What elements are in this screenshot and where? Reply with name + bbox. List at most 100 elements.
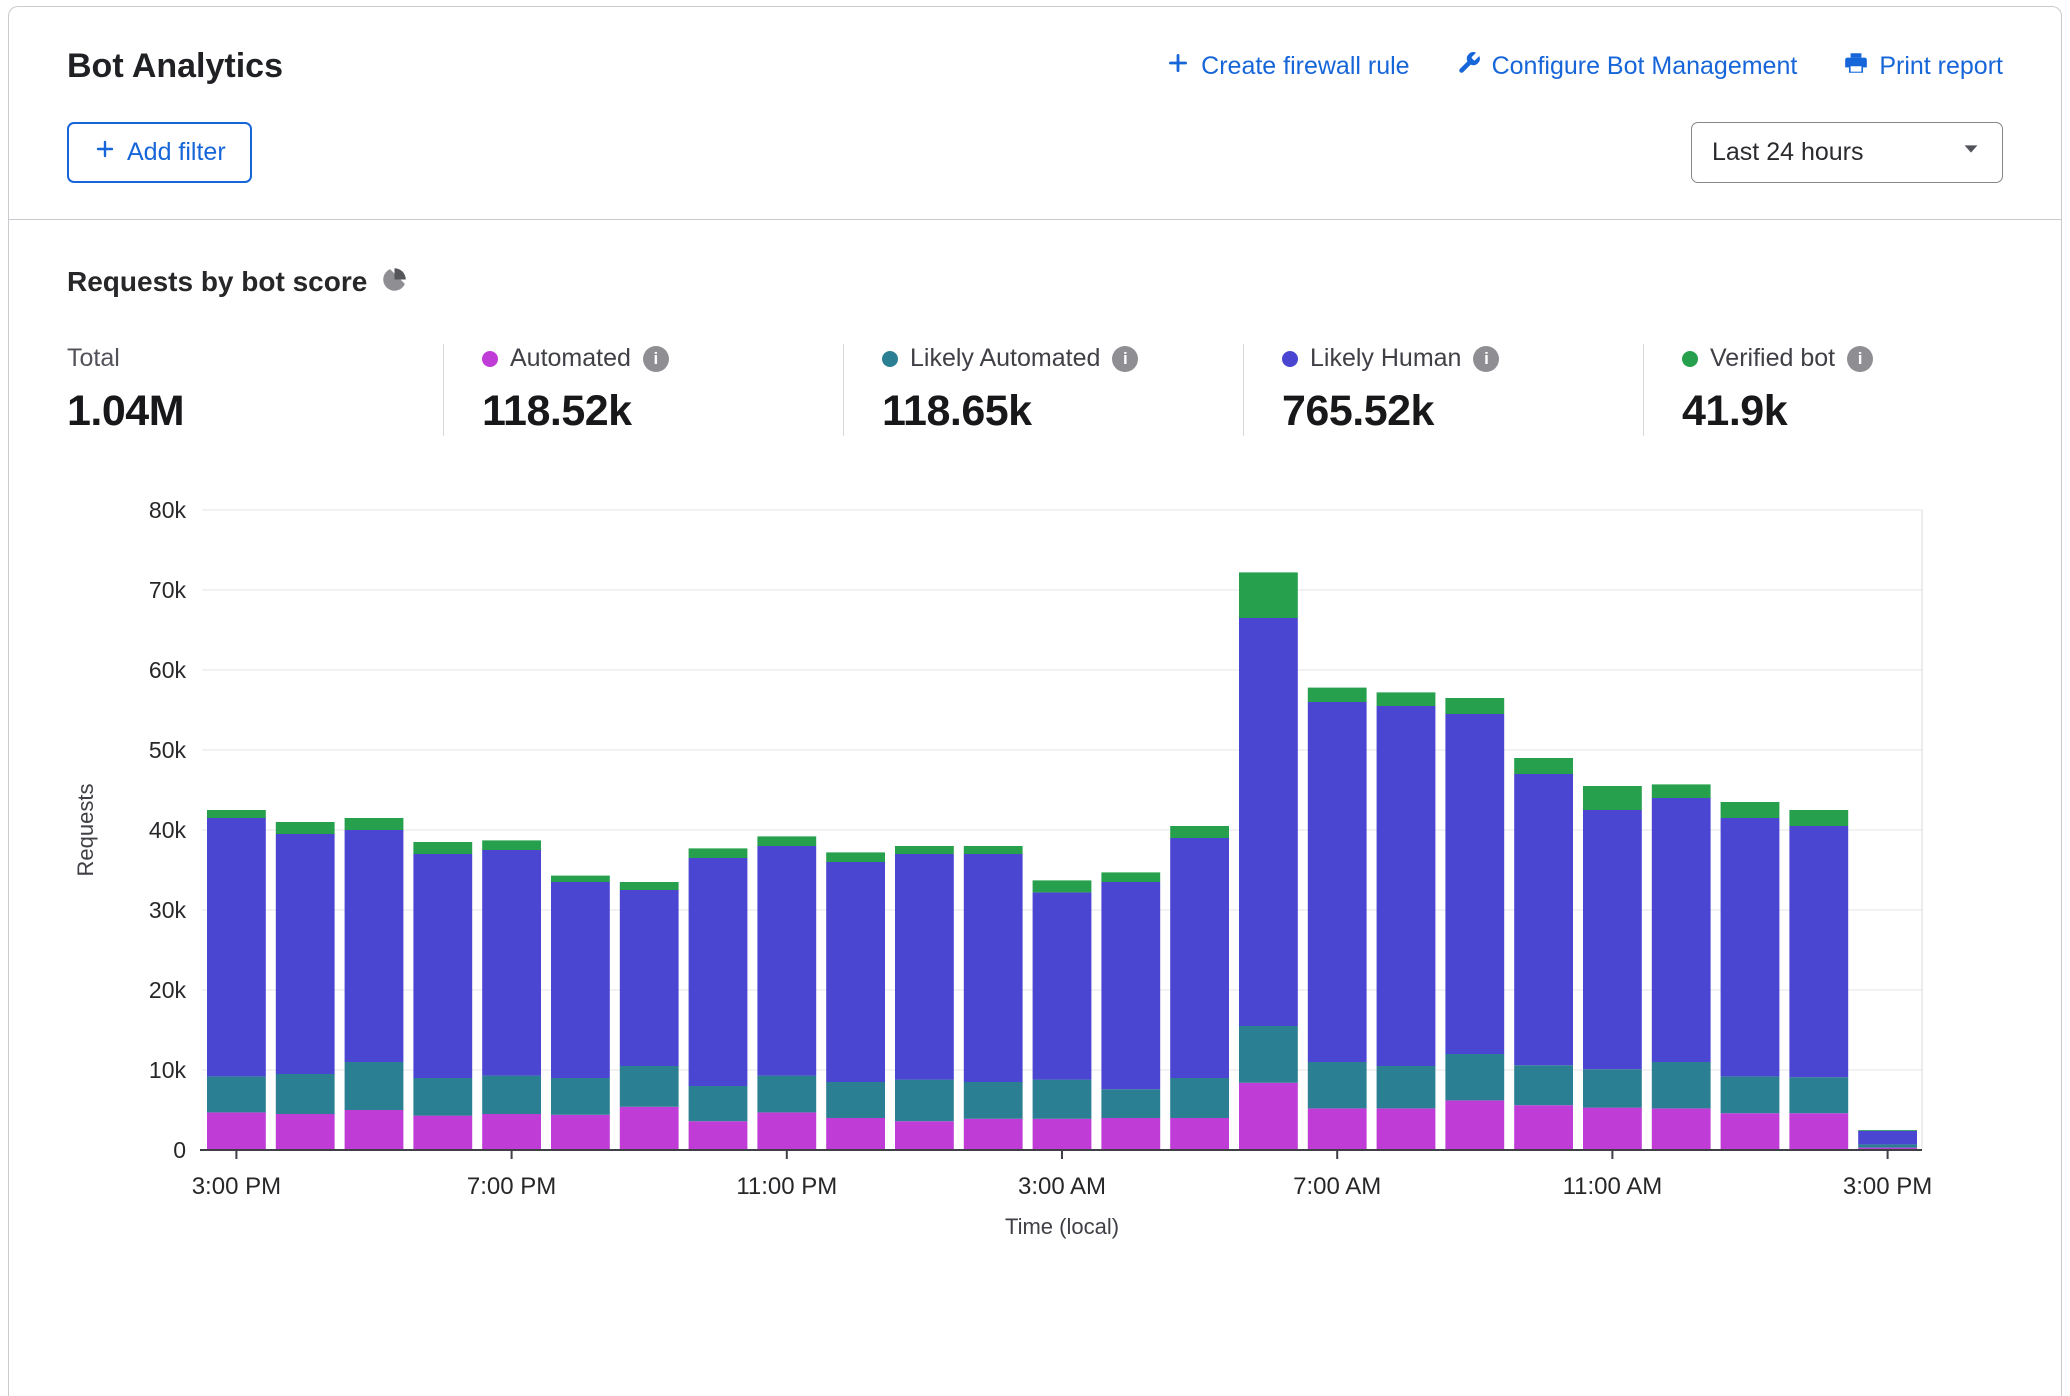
bar-segment-likely-human[interactable]: [207, 818, 266, 1076]
bar-segment-automated[interactable]: [1514, 1105, 1573, 1150]
bar-segment-verified-bot[interactable]: [551, 876, 610, 882]
bar-segment-likely-automated[interactable]: [1377, 1066, 1436, 1108]
bar-segment-likely-automated[interactable]: [895, 1080, 954, 1122]
bar-segment-likely-human[interactable]: [1445, 714, 1504, 1054]
bar-segment-automated[interactable]: [1583, 1108, 1642, 1150]
bar-segment-likely-automated[interactable]: [1308, 1062, 1367, 1108]
bar-segment-likely-human[interactable]: [964, 854, 1023, 1082]
info-icon[interactable]: [1112, 346, 1138, 372]
bar-segment-automated[interactable]: [482, 1114, 541, 1150]
bar-segment-likely-automated[interactable]: [1445, 1054, 1504, 1100]
bar-segment-likely-human[interactable]: [757, 846, 816, 1076]
bar-segment-likely-human[interactable]: [413, 854, 472, 1078]
bar-segment-automated[interactable]: [689, 1121, 748, 1150]
bar-segment-likely-human[interactable]: [1377, 706, 1436, 1066]
bar-segment-automated[interactable]: [276, 1114, 335, 1150]
bar-segment-likely-automated[interactable]: [689, 1086, 748, 1121]
bar-segment-automated[interactable]: [895, 1121, 954, 1150]
bar-segment-automated[interactable]: [1101, 1118, 1160, 1150]
bar-segment-verified-bot[interactable]: [1101, 872, 1160, 882]
bar-segment-verified-bot[interactable]: [826, 852, 885, 862]
bar-segment-likely-automated[interactable]: [1033, 1080, 1092, 1119]
bar-segment-automated[interactable]: [1789, 1113, 1848, 1150]
print-report-link[interactable]: Print report: [1843, 50, 2003, 83]
bar-segment-likely-automated[interactable]: [1101, 1089, 1160, 1118]
bar-segment-likely-human[interactable]: [895, 854, 954, 1080]
bar-segment-likely-human[interactable]: [1170, 838, 1229, 1078]
bar-segment-likely-human[interactable]: [620, 890, 679, 1066]
bar-segment-verified-bot[interactable]: [1170, 826, 1229, 838]
bar-segment-likely-automated[interactable]: [1170, 1078, 1229, 1118]
bar-segment-verified-bot[interactable]: [1789, 810, 1848, 826]
info-icon[interactable]: [1847, 346, 1873, 372]
bar-segment-verified-bot[interactable]: [1514, 758, 1573, 774]
bar-segment-automated[interactable]: [1239, 1083, 1298, 1150]
bar-segment-automated[interactable]: [1652, 1108, 1711, 1150]
bar-segment-likely-automated[interactable]: [757, 1076, 816, 1113]
bar-segment-verified-bot[interactable]: [1652, 784, 1711, 798]
bar-segment-likely-automated[interactable]: [345, 1062, 404, 1110]
bar-segment-likely-human[interactable]: [345, 830, 404, 1062]
bar-segment-automated[interactable]: [345, 1110, 404, 1150]
time-range-select[interactable]: Last 24 hours: [1691, 122, 2003, 183]
bar-segment-likely-automated[interactable]: [1858, 1144, 1917, 1147]
bar-segment-verified-bot[interactable]: [207, 810, 266, 818]
bar-segment-verified-bot[interactable]: [895, 846, 954, 854]
bar-segment-likely-human[interactable]: [1652, 798, 1711, 1062]
bar-segment-automated[interactable]: [1721, 1113, 1780, 1150]
add-filter-button[interactable]: Add filter: [67, 122, 252, 183]
bar-segment-likely-human[interactable]: [1033, 892, 1092, 1079]
bar-segment-likely-human[interactable]: [482, 850, 541, 1076]
bar-segment-likely-human[interactable]: [1583, 810, 1642, 1069]
bar-segment-likely-automated[interactable]: [276, 1074, 335, 1114]
create-firewall-rule-link[interactable]: Create firewall rule: [1165, 50, 1409, 83]
info-icon[interactable]: [1473, 346, 1499, 372]
bar-segment-automated[interactable]: [620, 1107, 679, 1150]
bar-segment-verified-bot[interactable]: [757, 836, 816, 846]
bar-segment-likely-automated[interactable]: [1514, 1065, 1573, 1105]
bar-segment-automated[interactable]: [1033, 1119, 1092, 1150]
bar-segment-verified-bot[interactable]: [413, 842, 472, 854]
bar-segment-likely-human[interactable]: [551, 882, 610, 1078]
bar-segment-verified-bot[interactable]: [482, 840, 541, 850]
bar-segment-verified-bot[interactable]: [1239, 572, 1298, 618]
bar-segment-likely-human[interactable]: [1239, 618, 1298, 1026]
bar-segment-likely-human[interactable]: [826, 862, 885, 1082]
bar-segment-likely-human[interactable]: [1721, 818, 1780, 1076]
bar-segment-likely-automated[interactable]: [1721, 1076, 1780, 1113]
bar-segment-likely-automated[interactable]: [1652, 1062, 1711, 1108]
bar-segment-likely-automated[interactable]: [964, 1082, 1023, 1119]
bar-segment-verified-bot[interactable]: [345, 818, 404, 830]
bar-segment-verified-bot[interactable]: [1033, 880, 1092, 892]
bar-segment-verified-bot[interactable]: [1858, 1130, 1917, 1131]
bar-segment-automated[interactable]: [1170, 1118, 1229, 1150]
bar-segment-automated[interactable]: [413, 1116, 472, 1150]
bar-segment-likely-human[interactable]: [1789, 826, 1848, 1077]
bar-segment-likely-human[interactable]: [1101, 882, 1160, 1089]
bar-segment-automated[interactable]: [551, 1115, 610, 1150]
configure-bot-management-link[interactable]: Configure Bot Management: [1456, 50, 1798, 83]
bar-segment-likely-automated[interactable]: [620, 1066, 679, 1107]
bar-segment-likely-automated[interactable]: [1239, 1026, 1298, 1083]
bar-segment-likely-human[interactable]: [689, 858, 748, 1086]
bar-segment-verified-bot[interactable]: [1308, 688, 1367, 702]
bar-segment-automated[interactable]: [757, 1112, 816, 1150]
bar-segment-likely-automated[interactable]: [413, 1078, 472, 1116]
bar-segment-verified-bot[interactable]: [620, 882, 679, 890]
bar-segment-automated[interactable]: [1308, 1108, 1367, 1150]
bar-segment-likely-human[interactable]: [1514, 774, 1573, 1065]
bar-segment-verified-bot[interactable]: [689, 848, 748, 858]
bar-segment-automated[interactable]: [964, 1119, 1023, 1150]
bar-segment-verified-bot[interactable]: [1721, 802, 1780, 818]
bar-segment-verified-bot[interactable]: [276, 822, 335, 834]
bar-segment-likely-automated[interactable]: [1789, 1077, 1848, 1113]
bar-segment-automated[interactable]: [826, 1118, 885, 1150]
bar-segment-verified-bot[interactable]: [1583, 786, 1642, 810]
bar-segment-verified-bot[interactable]: [1445, 698, 1504, 714]
bar-segment-likely-automated[interactable]: [551, 1078, 610, 1115]
bar-segment-likely-automated[interactable]: [1583, 1069, 1642, 1107]
bar-segment-likely-automated[interactable]: [482, 1076, 541, 1114]
bar-segment-verified-bot[interactable]: [1377, 692, 1436, 706]
bar-segment-likely-automated[interactable]: [207, 1076, 266, 1112]
info-icon[interactable]: [643, 346, 669, 372]
